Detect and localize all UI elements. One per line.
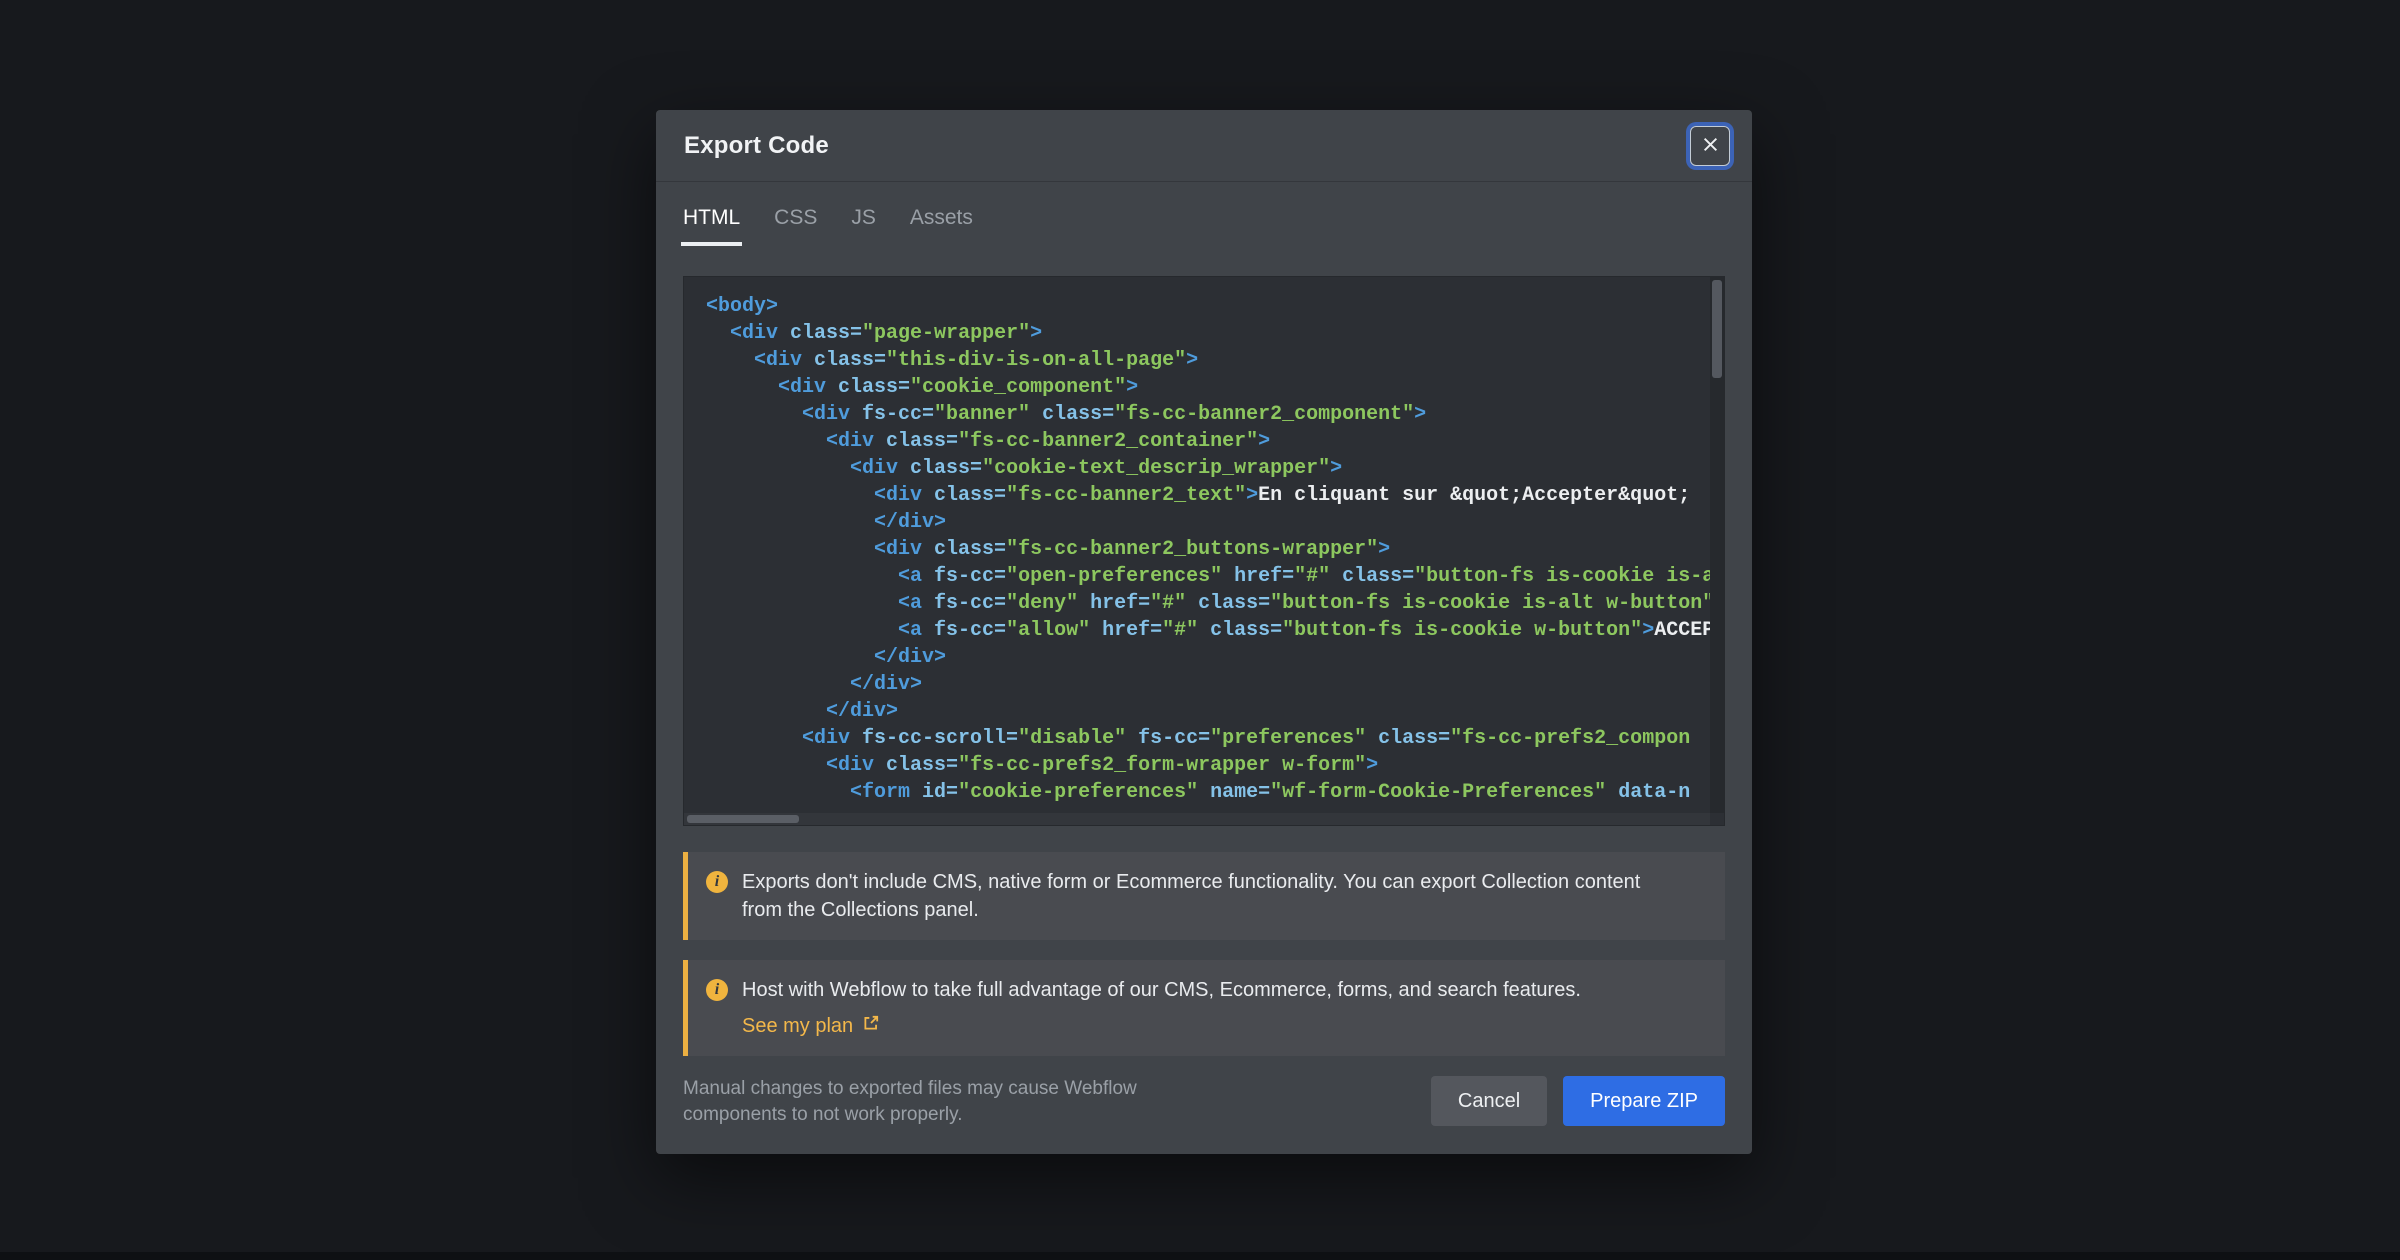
tab-html[interactable]: HTML <box>683 206 740 246</box>
see-my-plan-link[interactable]: See my plan <box>742 1012 880 1040</box>
code-line: <a fs-cc="allow" href="#" class="button-… <box>706 617 1710 644</box>
code-line: <form id="cookie-preferences" name="wf-f… <box>706 779 1710 806</box>
prepare-zip-button[interactable]: Prepare ZIP <box>1563 1076 1725 1126</box>
export-code-modal: Export Code HTML CSS JS Assets <body> <d… <box>656 110 1752 1154</box>
vertical-scrollbar-thumb[interactable] <box>1712 280 1722 378</box>
code-line: </div> <box>706 644 1710 671</box>
code-line: <div fs-cc-scroll="disable" fs-cc="prefe… <box>706 725 1710 752</box>
notice-host-with-webflow: i Host with Webflow to take full advanta… <box>683 960 1725 1056</box>
code-line: <div class="cookie-text_descrip_wrapper"… <box>706 455 1710 482</box>
code-line: <a fs-cc="deny" href="#" class="button-f… <box>706 590 1710 617</box>
tab-js[interactable]: JS <box>851 206 876 246</box>
close-icon <box>1702 136 1719 156</box>
code-line: </div> <box>706 698 1710 725</box>
vertical-scrollbar[interactable] <box>1710 277 1724 813</box>
code-line: <div class="this-div-is-on-all-page"> <box>706 347 1710 374</box>
cancel-button[interactable]: Cancel <box>1431 1076 1547 1126</box>
info-icon: i <box>706 871 728 893</box>
tab-assets[interactable]: Assets <box>910 206 973 246</box>
code-line: <div class="fs-cc-prefs2_form-wrapper w-… <box>706 752 1710 779</box>
code-line: <body> <box>706 293 1710 320</box>
external-link-icon <box>862 1012 880 1040</box>
notice-text-line: Host with Webflow to take full advantage… <box>742 976 1581 1004</box>
info-icon: i <box>706 979 728 1001</box>
code-line: <div fs-cc="banner" class="fs-cc-banner2… <box>706 401 1710 428</box>
code-line: <div class="fs-cc-banner2_container"> <box>706 428 1710 455</box>
horizontal-scrollbar-thumb[interactable] <box>687 815 799 823</box>
tab-css[interactable]: CSS <box>774 206 817 246</box>
code-line: </div> <box>706 509 1710 536</box>
see-my-plan-label: See my plan <box>742 1012 853 1040</box>
code-line: <div class="page-wrapper"> <box>706 320 1710 347</box>
footer-buttons: Cancel Prepare ZIP <box>1431 1076 1725 1126</box>
horizontal-scrollbar[interactable] <box>684 813 1710 825</box>
modal-backdrop: Export Code HTML CSS JS Assets <body> <d… <box>0 0 2400 1260</box>
modal-title: Export Code <box>684 132 829 160</box>
modal-header: Export Code <box>656 110 1752 182</box>
code-line: <a fs-cc="open-preferences" href="#" cla… <box>706 563 1710 590</box>
code-line: <div class="cookie_component"> <box>706 374 1710 401</box>
tab-bar: HTML CSS JS Assets <box>683 206 1725 246</box>
notice-text: Host with Webflow to take full advantage… <box>742 976 1581 1040</box>
screen-bottom-strip <box>0 1252 2400 1260</box>
code-content: <body> <div class="page-wrapper"> <div c… <box>684 277 1710 813</box>
code-editor[interactable]: <body> <div class="page-wrapper"> <div c… <box>683 276 1725 826</box>
close-button[interactable] <box>1690 126 1730 166</box>
code-line: <div class="fs-cc-banner2_text">En cliqu… <box>706 482 1710 509</box>
modal-footer: Manual changes to exported files may cau… <box>683 1076 1725 1128</box>
modal-body: HTML CSS JS Assets <body> <div class="pa… <box>656 182 1752 1128</box>
code-line: <div class="fs-cc-banner2_buttons-wrappe… <box>706 536 1710 563</box>
notice-cms-export: i Exports don't include CMS, native form… <box>683 852 1725 940</box>
notice-text: Exports don't include CMS, native form o… <box>742 868 1642 924</box>
code-line: </div> <box>706 671 1710 698</box>
manual-changes-note: Manual changes to exported files may cau… <box>683 1076 1143 1128</box>
